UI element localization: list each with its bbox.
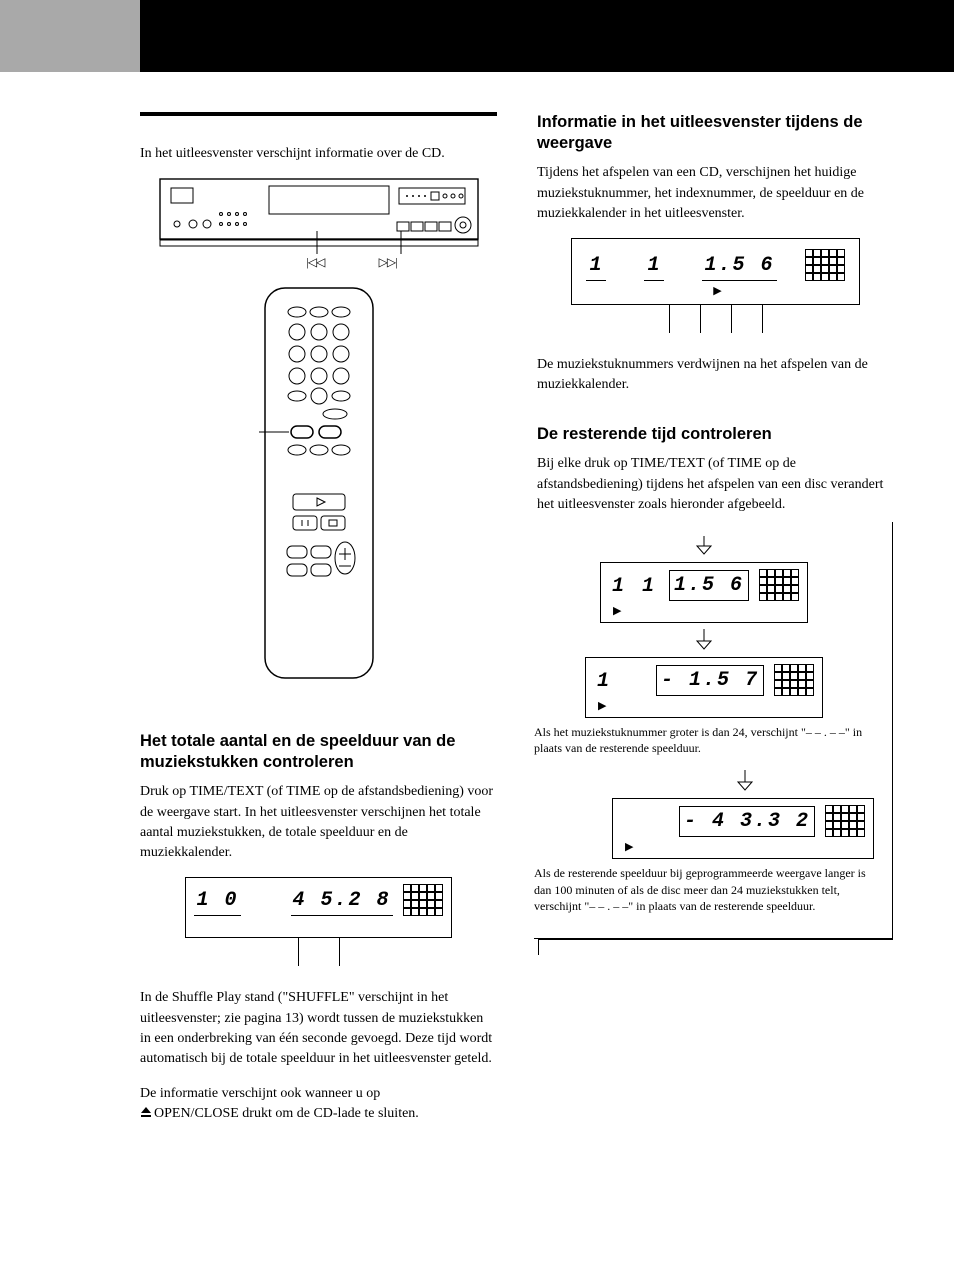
header-grey-block bbox=[0, 0, 140, 72]
flow-return-line bbox=[538, 939, 893, 955]
music-calendar-grid bbox=[759, 569, 799, 601]
lcd-play-index: 1 bbox=[644, 251, 664, 281]
page-content: In het uitleesvenster verschijnt informa… bbox=[0, 72, 954, 1198]
music-calendar-grid bbox=[774, 664, 814, 696]
intro-text: In het uitleesvenster verschijnt informa… bbox=[140, 144, 497, 164]
heading-info: Informatie in het uitleesvenster tijdens… bbox=[537, 112, 894, 153]
paragraph-info: Tijdens het afspelen van een CD, verschi… bbox=[537, 163, 894, 224]
play-indicator-icon: ▶ bbox=[625, 840, 865, 856]
header-bar bbox=[0, 0, 954, 72]
left-column: In het uitleesvenster verschijnt informa… bbox=[140, 112, 497, 1138]
right-column: Informatie in het uitleesvenster tijdens… bbox=[537, 112, 894, 1138]
remaining-time-flow: 1 1 1.5 6 ▶ 1 bbox=[537, 529, 894, 956]
lcd-total-tracks: 1 0 bbox=[194, 886, 240, 916]
eject-icon bbox=[140, 1107, 152, 1117]
music-calendar-grid bbox=[805, 249, 845, 281]
lcd-total-time: 4 5.2 8 bbox=[291, 886, 393, 916]
lcd-r2-time: - 1.5 7 bbox=[656, 665, 764, 696]
lcd-r1-time: 1.5 6 bbox=[669, 570, 749, 601]
lcd-r2-track: 1 bbox=[594, 667, 614, 696]
play-indicator-icon: ▶ bbox=[590, 284, 844, 300]
paragraph-disappear: De muziekstuknummers verdwijnen na het a… bbox=[537, 355, 894, 396]
lcd-r1-track: 1 bbox=[609, 572, 629, 601]
cd-player-illustration: |◁◁ ▷▷| bbox=[159, 178, 479, 271]
skip-prev-icon: |◁◁ bbox=[307, 254, 325, 271]
lcd-playback: 1 1 1.5 6 ▶ bbox=[537, 238, 894, 333]
remote-illustration bbox=[140, 284, 497, 691]
lcd-play-time: 1.5 6 bbox=[702, 251, 776, 281]
lcd-total: 1 0 4 5.2 8 bbox=[140, 877, 497, 966]
heading-remaining: De resterende tijd controleren bbox=[537, 424, 894, 445]
paragraph-total: Druk op TIME/TEXT (of TIME op de afstand… bbox=[140, 782, 497, 863]
heading-total: Het totale aantal en de speelduur van de… bbox=[140, 731, 497, 772]
lcd-play-track: 1 bbox=[586, 251, 606, 281]
paragraph-shuffle: In de Shuffle Play stand ("SHUFFLE" vers… bbox=[140, 988, 497, 1069]
skip-next-icon: ▷▷| bbox=[379, 254, 397, 271]
section-rule bbox=[140, 112, 497, 116]
music-calendar-grid bbox=[403, 884, 443, 916]
note-gt100min: Als de resterende speelduur bij geprogra… bbox=[534, 865, 874, 914]
header-black-block bbox=[140, 0, 954, 72]
paragraph-openclose: De informatie verschijnt ook wanneer u o… bbox=[140, 1084, 497, 1125]
lcd-r3-time: - 4 3.3 2 bbox=[679, 806, 815, 837]
music-calendar-grid bbox=[825, 805, 865, 837]
lcd-r1-index: 1 bbox=[639, 572, 659, 601]
note-track-gt24: Als het muziekstuknummer groter is dan 2… bbox=[534, 724, 874, 756]
play-indicator-icon: ▶ bbox=[613, 604, 799, 620]
paragraph-remaining: Bij elke druk op TIME/TEXT (of TIME op d… bbox=[537, 454, 894, 515]
play-indicator-icon: ▶ bbox=[598, 699, 814, 715]
